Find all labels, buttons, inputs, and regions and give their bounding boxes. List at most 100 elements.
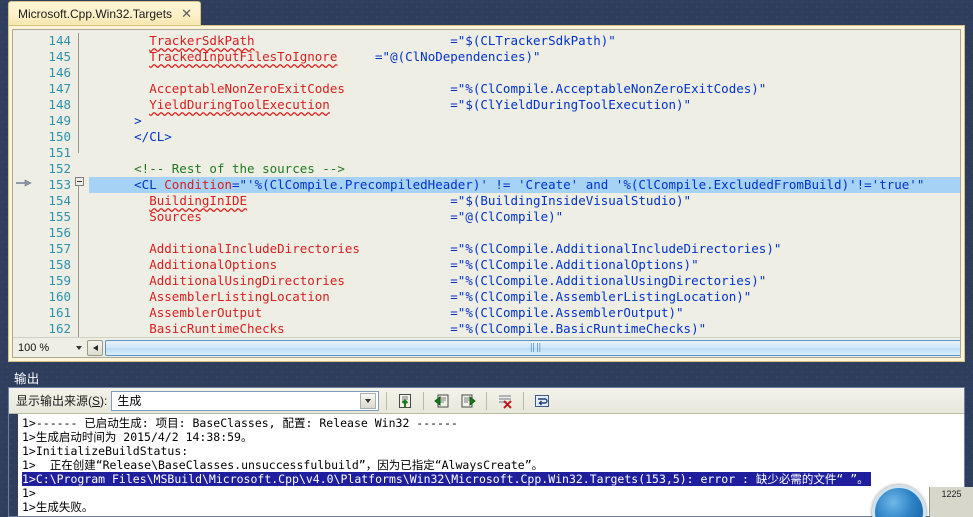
output-error-text: 1>C:\Program Files\MSBuild\Microsoft.Cpp…	[22, 472, 871, 486]
code-token: AssemblerOutput	[149, 305, 263, 320]
output-log-lines[interactable]: 1>------ 已启动生成: 项目: BaseClasses, 配置: Rel…	[18, 414, 964, 516]
taskbar-clock: 1225	[929, 487, 973, 517]
line-number: 160	[48, 289, 71, 304]
code-line[interactable]: Sources ="@(ClCompile)"	[89, 209, 960, 225]
collapse-toggle-icon[interactable]	[75, 177, 84, 186]
output-toolbar: 显示输出来源(S): 生成	[9, 388, 964, 414]
output-line[interactable]: 1>InitializeBuildStatus:	[22, 444, 964, 458]
line-number-gutter: 144 145 146 147 148 149 150 151 152 153 154 155 156 1…	[35, 30, 75, 337]
code-text[interactable]: TrackerSdkPath ="$(CLTrackerSdkPath)" Tr…	[89, 30, 960, 337]
document-tab-microsoft-cpp-win32-targets[interactable]: Microsoft.Cpp.Win32.Targets ✕	[8, 1, 201, 25]
code-token: ="$(CLTrackerSdkPath)"	[450, 33, 616, 48]
code-token: BuildingInIDE	[149, 193, 248, 208]
fold-guide-line-lower	[78, 177, 79, 337]
code-token: ="%(ClCompile.AcceptableNonZeroExitCodes…	[450, 81, 767, 96]
line-number: 147	[48, 81, 71, 96]
code-token: AssemblerListingLocation	[149, 289, 330, 304]
toggle-word-wrap-button[interactable]	[531, 390, 553, 412]
code-token: ="$(BuildingInsideVisualStudio)"	[450, 193, 692, 208]
horizontal-scrollbar[interactable]: ‖‖	[105, 339, 960, 356]
code-area[interactable]: 144 145 146 147 148 149 150 151 152 153 154 155 156 1…	[13, 30, 960, 337]
code-token: ="%(ClCompile.AdditionalIncludeDirectori…	[450, 241, 782, 256]
code-editor-surface: 144 145 146 147 148 149 150 151 152 153 154 155 156 1…	[12, 29, 961, 358]
output-text-area[interactable]: 1>------ 已启动生成: 项目: BaseClasses, 配置: Rel…	[9, 414, 964, 516]
code-line[interactable]: AssemblerOutput ="%(ClCompile.AssemblerO…	[89, 305, 960, 321]
code-line[interactable]: AdditionalIncludeDirectories ="%(ClCompi…	[89, 241, 960, 257]
line-number: 152	[48, 161, 71, 176]
code-token: YieldDuringToolExecution	[149, 97, 330, 112]
zoom-level-combobox[interactable]: 100 %	[13, 338, 85, 357]
chevron-down-icon[interactable]	[360, 392, 377, 409]
code-line[interactable]: BuildingInIDE ="$(BuildingInsideVisualSt…	[89, 193, 960, 209]
horizontal-scrollbar-thumb[interactable]: ‖‖	[105, 339, 960, 356]
toolbar-separator	[523, 391, 525, 410]
line-number: 158	[48, 257, 71, 272]
code-line[interactable]: AssemblerListingLocation ="%(ClCompile.A…	[89, 289, 960, 305]
code-token: ="@(ClNoDependencies)"	[375, 49, 541, 64]
line-number: 148	[48, 97, 71, 112]
output-error-line[interactable]: 1>C:\Program Files\MSBuild\Microsoft.Cpp…	[22, 472, 964, 486]
code-line[interactable]	[89, 225, 960, 241]
clear-all-button[interactable]	[494, 390, 516, 412]
output-line[interactable]: 1>生成失败。	[22, 500, 964, 514]
output-source-combobox[interactable]: 生成	[111, 390, 380, 411]
output-source-value: 生成	[117, 394, 142, 408]
code-line[interactable]: </CL>	[89, 129, 960, 145]
indicator-margin	[13, 30, 35, 337]
output-panel-body: 显示输出来源(S): 生成 1>------ 已启动生成: 项目: BaseCl…	[8, 387, 965, 517]
code-line[interactable]: >	[89, 113, 960, 129]
output-line[interactable]: 1> 正在创建“Release\BaseClasses.unsuccessful…	[22, 458, 964, 472]
current-statement-arrow-icon	[16, 179, 32, 187]
output-line[interactable]: 1>	[22, 486, 964, 500]
line-number: 155	[48, 209, 71, 224]
line-number: 161	[48, 305, 71, 320]
code-line[interactable]	[89, 145, 960, 161]
code-token: TrackerSdkPath	[149, 33, 255, 48]
code-folding-margin[interactable]	[75, 30, 89, 337]
code-line[interactable]: <!-- Rest of the sources -->	[89, 161, 960, 177]
line-number: 149	[48, 113, 71, 128]
chevron-down-icon[interactable]	[76, 345, 82, 350]
output-source-label-accesskey: S	[92, 394, 101, 408]
code-editor-window: 144 145 146 147 148 149 150 151 152 153 154 155 156 1…	[8, 25, 965, 362]
editor-bottom-bar: 100 % ‖‖	[13, 337, 960, 357]
code-line[interactable]: AdditionalUsingDirectories ="%(ClCompile…	[89, 273, 960, 289]
line-number: 162	[48, 321, 71, 336]
output-line[interactable]: 1>------ 已启动生成: 项目: BaseClasses, 配置: Rel…	[22, 416, 964, 430]
code-line[interactable]: BasicRuntimeChecks ="%(ClCompile.BasicRu…	[89, 321, 960, 337]
line-number: 144	[48, 33, 71, 48]
code-line[interactable]: YieldDuringToolExecution ="$(ClYieldDuri…	[89, 97, 960, 113]
code-line[interactable]: TrackedInputFilesToIgnore ="@(ClNoDepend…	[89, 49, 960, 65]
go-to-previous-message-button[interactable]	[431, 390, 453, 412]
code-line-selected[interactable]: <CL Condition="'%(ClCompile.PrecompiledH…	[89, 177, 960, 193]
code-line[interactable]: AdditionalOptions ="%(ClCompile.Addition…	[89, 257, 960, 273]
code-line[interactable]	[89, 65, 960, 81]
close-icon[interactable]: ✕	[181, 7, 192, 20]
go-to-next-message-button[interactable]	[457, 390, 479, 412]
scroll-left-button[interactable]	[87, 339, 103, 356]
output-line[interactable]: 1>生成启动时间为 2015/4/2 14:38:59。	[22, 430, 964, 444]
line-number: 156	[48, 225, 71, 240]
code-token: TrackedInputFilesToIgnore	[149, 49, 338, 64]
toolbar-separator	[486, 391, 488, 410]
code-line[interactable]: AcceptableNonZeroExitCodes ="%(ClCompile…	[89, 81, 960, 97]
find-message-in-code-button[interactable]	[394, 390, 416, 412]
code-token: ="%(ClCompile.AssemblerOutput)"	[450, 305, 684, 320]
code-line[interactable]: TrackerSdkPath ="$(CLTrackerSdkPath)"	[89, 33, 960, 49]
